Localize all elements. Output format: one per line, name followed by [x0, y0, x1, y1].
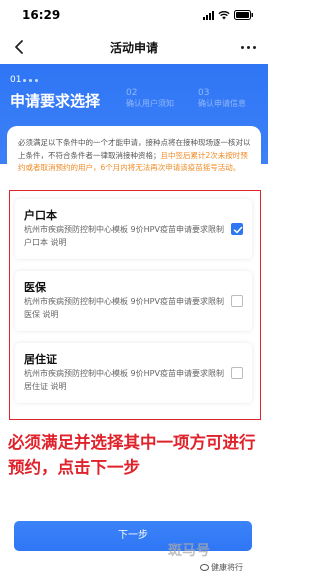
- status-bar: 16:29: [0, 0, 268, 30]
- checkbox-unchecked-icon[interactable]: [231, 367, 243, 379]
- step-progress-dots: [23, 79, 38, 82]
- checkbox-unchecked-icon[interactable]: [231, 295, 243, 307]
- current-step-number: 01: [10, 75, 22, 85]
- option-title: 医保: [24, 281, 46, 294]
- option-desc: 杭州市疾病预防控制中心模板 9价HPV疫苗申请要求限制 居住证 说明: [24, 369, 224, 391]
- step3-label: 确认申请信息: [198, 99, 246, 108]
- watermark-wechat: 健康将行: [200, 562, 243, 573]
- nav-bar: 活动申请: [0, 30, 268, 64]
- option-desc: 杭州市疾病预防控制中心模板 9价HPV疫苗申请要求限制 医保 说明: [24, 297, 224, 319]
- step3-number: 03: [198, 88, 210, 98]
- watermark-text: 斑马号: [168, 543, 210, 559]
- status-icons: [203, 9, 254, 21]
- page-title: 活动申请: [109, 41, 158, 55]
- option-title: 居住证: [24, 353, 57, 366]
- more-icon[interactable]: [238, 40, 258, 54]
- wifi-icon: [218, 10, 230, 20]
- option-title: 户口本: [24, 209, 57, 222]
- status-time: 16:29: [22, 8, 61, 22]
- option-juzhuzheng[interactable]: 居住证 杭州市疾病预防控制中心模板 9价HPV疫苗申请要求限制 居住证 说明: [15, 343, 252, 403]
- notice-text: 必须满足以下条件中的一个才能申请，接种点将在接种现场逐一核对以上条件，不符合条件…: [18, 137, 254, 175]
- step2-number: 02: [126, 88, 138, 98]
- instruction-annotation: 必须满足并选择其中一项方可进行预约，点击下一步: [8, 433, 256, 477]
- next-step-button[interactable]: 下一步: [14, 521, 252, 551]
- checkbox-checked-icon[interactable]: [231, 223, 243, 235]
- step2-label: 确认用户须知: [126, 99, 174, 108]
- signal-icon: [203, 10, 214, 20]
- current-step-title: 申请要求选择: [10, 92, 101, 110]
- option-yibao[interactable]: 医保 杭州市疾病预防控制中心模板 9价HPV疫苗申请要求限制 医保 说明: [15, 271, 252, 331]
- battery-icon: [234, 10, 254, 20]
- wechat-icon: [200, 564, 209, 571]
- watermark-account: 健康将行: [211, 563, 243, 572]
- option-hukouben[interactable]: 户口本 杭州市疾病预防控制中心模板 9价HPV疫苗申请要求限制 户口本 说明: [15, 199, 252, 259]
- option-desc: 杭州市疾病预防控制中心模板 9价HPV疫苗申请要求限制 户口本 说明: [24, 225, 224, 247]
